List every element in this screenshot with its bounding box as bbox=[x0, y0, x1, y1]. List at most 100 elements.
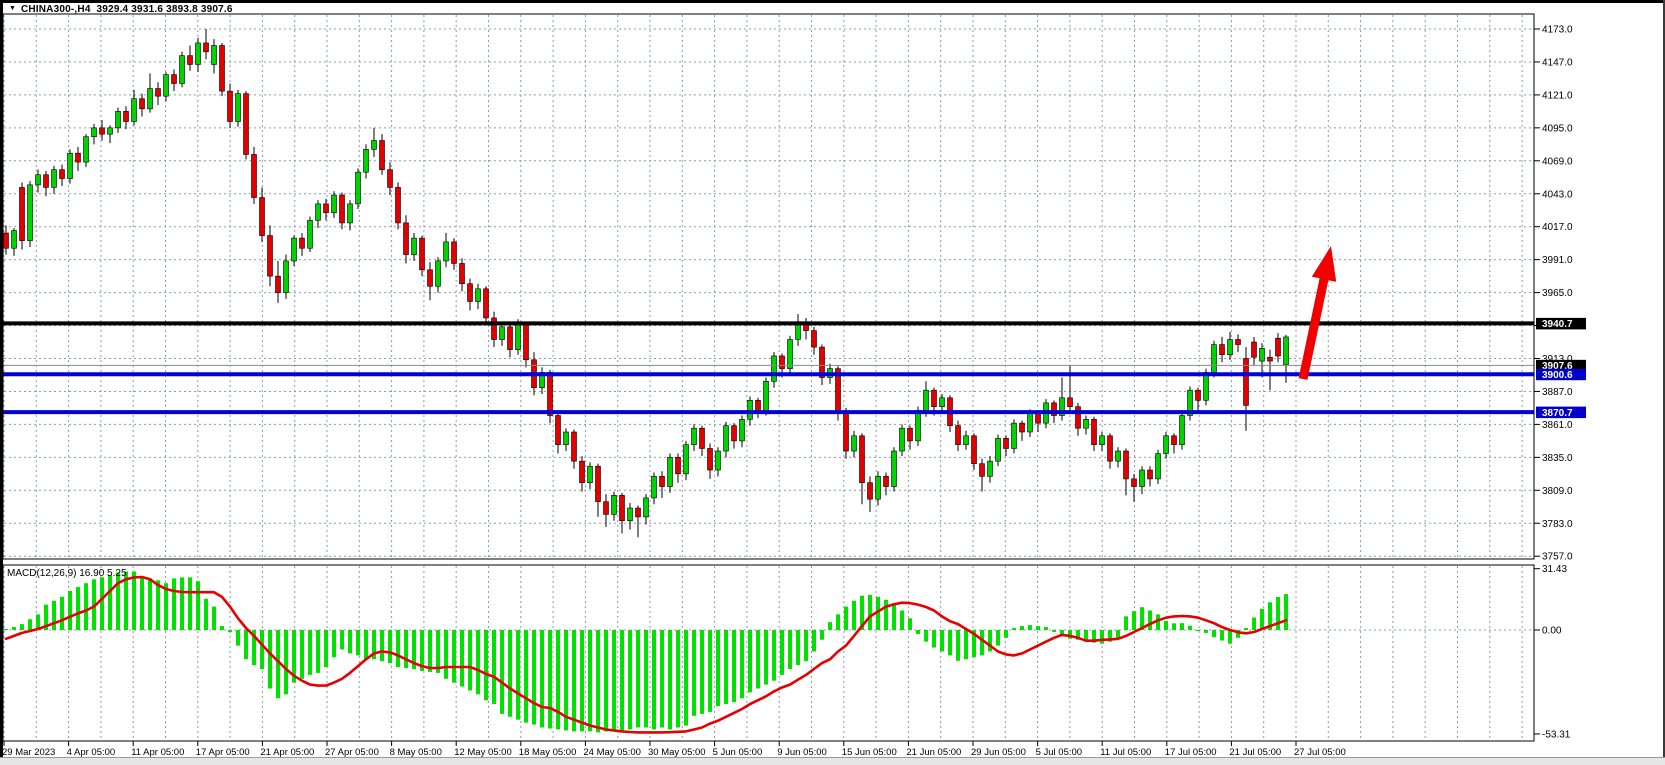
candle-bullish bbox=[348, 204, 353, 223]
price-axis-label: 3835.0 bbox=[1542, 453, 1573, 464]
candle-bearish bbox=[484, 289, 489, 318]
macd-histogram-bar bbox=[204, 599, 208, 630]
candle-bearish bbox=[956, 426, 961, 445]
candle-bullish bbox=[316, 204, 321, 220]
macd-histogram-bar bbox=[364, 630, 368, 659]
macd-histogram-bar bbox=[804, 630, 808, 661]
candle-bearish bbox=[1124, 451, 1129, 479]
candle-bearish bbox=[324, 204, 329, 213]
candle-bullish bbox=[1156, 454, 1161, 479]
candle-bullish bbox=[916, 410, 921, 440]
macd-histogram-bar bbox=[492, 630, 496, 704]
macd-histogram-bar bbox=[388, 630, 392, 663]
macd-histogram-bar bbox=[956, 630, 960, 661]
candle-bullish bbox=[1212, 345, 1217, 373]
macd-histogram-bar bbox=[380, 630, 384, 661]
candle-bearish bbox=[1092, 419, 1097, 444]
candle-bullish bbox=[772, 356, 777, 381]
macd-histogram-bar bbox=[708, 630, 712, 712]
candle-bearish bbox=[812, 331, 817, 347]
candle-bullish bbox=[692, 428, 697, 444]
candle-bearish bbox=[1036, 413, 1041, 423]
candle-bearish bbox=[244, 94, 249, 155]
macd-histogram-bar bbox=[508, 630, 512, 717]
candle-bullish bbox=[36, 175, 41, 185]
candle-bearish bbox=[1236, 339, 1241, 344]
macd-histogram-bar bbox=[996, 630, 1000, 646]
macd-histogram-bar bbox=[220, 626, 224, 630]
candle-bearish bbox=[260, 198, 265, 236]
macd-histogram-bar bbox=[20, 624, 24, 630]
macd-histogram-bar bbox=[700, 630, 704, 714]
candle-bearish bbox=[1148, 470, 1153, 479]
macd-histogram-bar bbox=[500, 630, 504, 714]
candle-bullish bbox=[116, 111, 121, 127]
up-arrow-annotation[interactable] bbox=[1299, 246, 1337, 380]
price-axis-label: 4173.0 bbox=[1542, 25, 1573, 36]
candle-bearish bbox=[676, 457, 681, 473]
candle-bullish bbox=[284, 261, 289, 293]
chart-canvas[interactable]: 4173.04147.04121.04095.04069.04043.04017… bbox=[0, 0, 1665, 765]
candle-bullish bbox=[212, 45, 217, 64]
candle-bearish bbox=[1132, 479, 1137, 487]
macd-histogram-bar bbox=[1180, 623, 1184, 630]
macd-histogram-bar bbox=[236, 630, 240, 646]
candle-bearish bbox=[556, 416, 561, 445]
candle-bearish bbox=[140, 99, 145, 109]
candle-bearish bbox=[524, 324, 529, 359]
candle-bullish bbox=[1012, 423, 1017, 448]
candle-bullish bbox=[588, 466, 593, 482]
macd-histogram-bar bbox=[1172, 623, 1176, 630]
candle-bearish bbox=[300, 238, 305, 248]
macd-histogram-bar bbox=[28, 619, 32, 630]
price-axis-label: 4121.0 bbox=[1542, 90, 1573, 101]
macd-histogram-bar bbox=[1164, 621, 1168, 630]
macd-histogram-bar bbox=[932, 630, 936, 648]
macd-histogram-bar bbox=[604, 630, 608, 731]
macd-histogram-bar bbox=[428, 630, 432, 672]
macd-histogram-bar bbox=[140, 576, 144, 630]
macd-histogram-bar bbox=[868, 595, 872, 630]
macd-histogram-bar bbox=[1260, 609, 1264, 630]
macd-histogram-bar bbox=[516, 630, 520, 720]
candle-bullish bbox=[444, 242, 449, 261]
candle-bearish bbox=[508, 327, 513, 350]
macd-histogram-bar bbox=[940, 630, 944, 651]
macd-histogram-bar bbox=[740, 630, 744, 698]
macd-histogram-bar bbox=[436, 630, 440, 673]
candle-bullish bbox=[148, 89, 153, 109]
candle-bearish bbox=[1276, 338, 1281, 356]
price-level-badge-label: 3940.7 bbox=[1542, 319, 1573, 330]
candle-bearish bbox=[172, 75, 177, 84]
candle-bullish bbox=[748, 400, 753, 419]
candle-bullish bbox=[236, 94, 241, 122]
price-axis-label: 3965.0 bbox=[1542, 288, 1573, 299]
macd-histogram-bar bbox=[68, 591, 72, 630]
price-axis-label: 3809.0 bbox=[1542, 486, 1573, 497]
candle-bullish bbox=[564, 432, 569, 445]
macd-histogram-bar bbox=[284, 630, 288, 694]
macd-histogram-bar bbox=[84, 583, 88, 630]
macd-histogram-bar bbox=[844, 607, 848, 630]
macd-histogram-bar bbox=[196, 581, 200, 630]
macd-histogram-bar bbox=[1148, 611, 1152, 631]
candle-bearish bbox=[4, 233, 9, 248]
candle-bearish bbox=[60, 170, 65, 179]
candle-bearish bbox=[1268, 357, 1273, 361]
macd-histogram-bar bbox=[476, 630, 480, 694]
macd-histogram-bar bbox=[324, 630, 328, 667]
candle-bearish bbox=[700, 428, 705, 448]
macd-histogram-bar bbox=[588, 630, 592, 731]
candle-bearish bbox=[932, 390, 937, 406]
candle-bullish bbox=[788, 339, 793, 368]
candle-bullish bbox=[900, 428, 905, 451]
candle-bullish bbox=[52, 170, 57, 188]
candle-bullish bbox=[308, 220, 313, 248]
macd-histogram-bar bbox=[748, 630, 752, 692]
candle-bullish bbox=[628, 508, 633, 521]
macd-histogram-bar bbox=[1116, 630, 1120, 638]
macd-histogram-bar bbox=[1132, 611, 1136, 630]
candle-bearish bbox=[868, 483, 873, 499]
price-axis-label: 3991.0 bbox=[1542, 255, 1573, 266]
candle-bullish bbox=[652, 476, 657, 498]
